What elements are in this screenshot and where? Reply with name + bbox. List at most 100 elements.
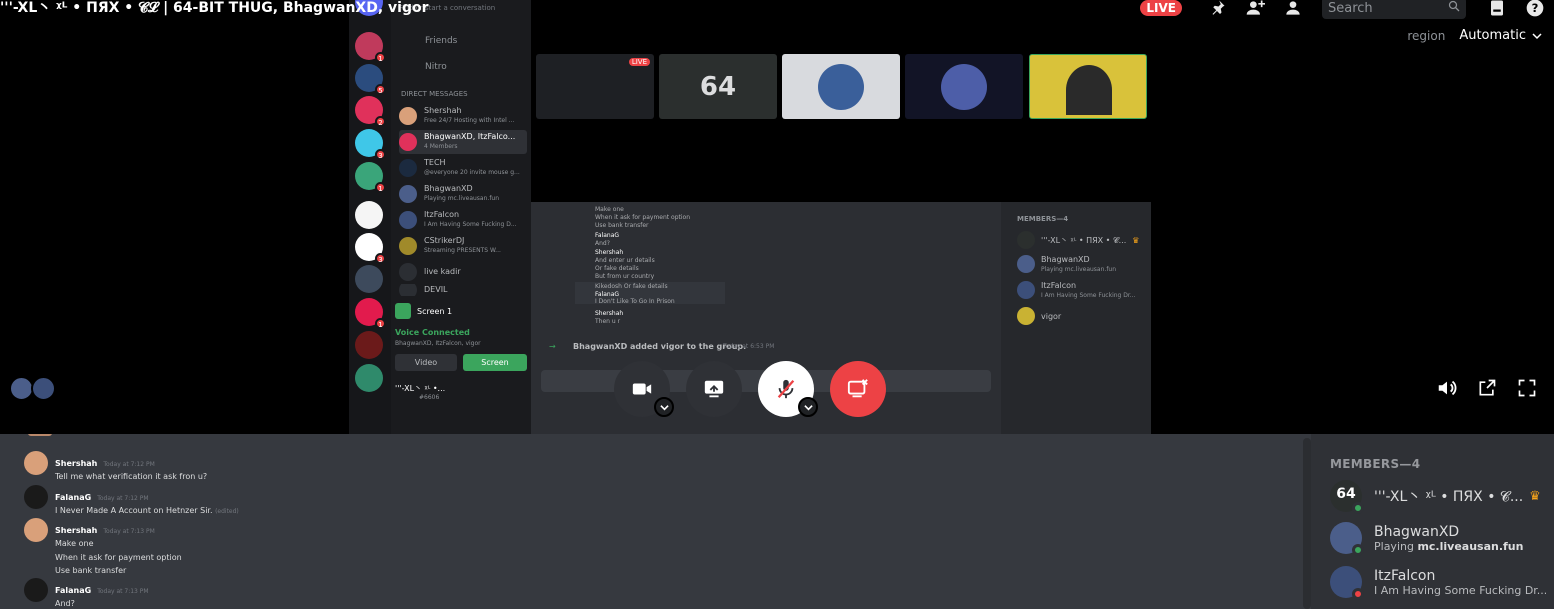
stream-tile-falcon <box>905 54 1023 119</box>
stream-user-tag: #6606 <box>419 394 440 401</box>
member-activity: Playing mc.liveausan.fun <box>1374 539 1524 553</box>
stream-dm-list: Find or start a conversation Friends Nit… <box>391 0 531 434</box>
participant-avatar[interactable] <box>31 376 56 401</box>
stream-guild-icon <box>355 331 383 359</box>
popout-button[interactable] <box>1476 377 1498 399</box>
stream-tile-64: 64 <box>659 54 777 119</box>
message[interactable]: Shershah Today at 7:12 PM Tell me what ve… <box>24 451 207 484</box>
camera-icon <box>632 383 652 395</box>
avatar[interactable] <box>24 518 48 542</box>
message-author[interactable]: Shershah <box>55 459 97 468</box>
stream-dm-item: BhagwanXD Playing mc.liveausan.fun <box>399 182 527 206</box>
volume-icon <box>1438 380 1457 396</box>
camera-options-button[interactable] <box>654 397 674 417</box>
stream-guild-list: 1 5 2 3 1 3 1 <box>349 0 391 434</box>
region-label: region <box>1407 28 1446 43</box>
chat-messages[interactable]: Shershah Today at 7:12 PM Tell me what ve… <box>0 434 1311 609</box>
stream-tile-screen: LIVE <box>536 54 654 119</box>
member-list-icon[interactable] <box>1282 0 1304 19</box>
message-author[interactable]: FalanaG <box>55 586 91 595</box>
stream-dm-item: CStrikerDJ Streaming PRESENTS W... <box>399 234 527 258</box>
stream-user-name: '''-XL丶 ᵡᴸ •... <box>395 384 446 393</box>
member-name: BhagwanXD <box>1374 523 1460 540</box>
member-name: ItzFalcon <box>1374 567 1436 584</box>
avatar <box>1330 566 1364 600</box>
message[interactable]: FalanaG Today at 7:13 PM And? <box>24 578 149 609</box>
stream-dm-item: ItzFalcon I Am Having Some Fucking D... <box>399 208 527 232</box>
chevron-down-icon <box>659 404 669 410</box>
message-text: When it ask for payment option <box>55 552 182 562</box>
camera-button[interactable] <box>614 361 674 417</box>
search-input[interactable]: Search <box>1322 0 1466 19</box>
inbox-icon[interactable] <box>1486 0 1508 19</box>
member-name: '''-XL丶 ᵡᴸ • ПЯХ • 𝓒... <box>1374 489 1524 505</box>
message-author[interactable]: Shershah <box>55 526 97 535</box>
stream-dm-header: DIRECT MESSAGES <box>401 90 468 98</box>
member-list: MEMBERS—4 64 '''-XL丶 ᵡᴸ • ПЯХ • 𝓒... ♛ B… <box>1311 434 1554 609</box>
message-text: I Never Made A Account on Hetnzer Sir. (… <box>55 506 239 515</box>
stream-call-stage: LIVE 64 <box>531 0 1151 202</box>
stream-dm-item: TECH @everyone 20 invite mouse g... <box>399 156 527 180</box>
mute-button[interactable] <box>758 361 818 417</box>
stream-guild-icon <box>355 201 383 229</box>
screen-share-button[interactable] <box>686 361 742 417</box>
stream-dm-item: DEVIL <box>399 284 527 296</box>
chevron-down-icon <box>803 404 813 410</box>
message-text: Tell me what verification it ask fron u? <box>55 472 208 481</box>
avatar[interactable] <box>24 578 48 602</box>
avatar[interactable] <box>24 451 48 475</box>
call-controls <box>614 361 886 417</box>
fullscreen-button[interactable] <box>1516 377 1538 399</box>
stream-dm-item: BhagwanXD, ItzFalco... 4 Members <box>399 130 527 154</box>
stream-screen-indicator: Screen 1 <box>395 301 527 321</box>
stream-nitro-label: Nitro <box>425 62 447 72</box>
stream-dm-item: Shershah Free 24/7 Hosting with Intel ... <box>399 104 527 128</box>
avatar[interactable] <box>24 485 48 509</box>
crown-icon: ♛ <box>1529 488 1541 504</box>
online-status-icon <box>1352 544 1364 556</box>
member-list-header: MEMBERS—4 <box>1330 457 1421 471</box>
add-friend-icon[interactable] <box>1244 0 1266 19</box>
stream-dm-item: live kadir <box>399 260 527 284</box>
member-item[interactable]: BhagwanXD Playing mc.liveausan.fun <box>1330 520 1546 556</box>
message-time: Today at 7:13 PM <box>97 588 149 595</box>
volume-button[interactable] <box>1436 377 1458 399</box>
message[interactable]: Shershah Today at 7:13 PM Make one When i… <box>24 518 182 578</box>
popout-icon <box>1479 379 1496 396</box>
stream-members: MEMBERS—4 '''-XL丶 ᵡᴸ • ПЯХ • 𝓒... ♛ Bhagw… <box>1001 202 1151 434</box>
pin-icon[interactable] <box>1206 0 1228 19</box>
muted-microphone-icon <box>777 379 795 399</box>
message-author[interactable]: FalanaG <box>55 493 91 502</box>
stop-screen-share-icon <box>847 379 868 398</box>
stream-added-msg: BhagwanXD added vigor to the group. <box>573 342 747 351</box>
stop-stream-button[interactable] <box>830 361 886 417</box>
call-toolbar: LIVE Search ? <box>1140 0 1554 20</box>
svg-text:?: ? <box>1532 1 1539 15</box>
stream-guild-icon: 1 <box>355 32 386 63</box>
stream-video-button: Video <box>395 354 457 371</box>
online-status-icon <box>1352 502 1364 514</box>
message[interactable]: FalanaG Today at 7:12 PM I Never Made A A… <box>24 485 239 519</box>
chat-scrollbar[interactable] <box>1303 438 1311 609</box>
message-text: And? <box>55 599 75 608</box>
stream-tile-vigor <box>1029 54 1147 119</box>
member-item[interactable]: ItzFalcon I Am Having Some Fucking Dr... <box>1330 564 1546 600</box>
mute-options-button[interactable] <box>798 397 818 417</box>
stream-view-controls <box>1436 377 1538 399</box>
stream-guild-icon: 1 <box>355 298 386 329</box>
help-icon[interactable]: ? <box>1524 0 1546 19</box>
stream-guild-icon: 5 <box>355 64 386 95</box>
region-value: Automatic <box>1459 28 1542 43</box>
screen-share-icon <box>704 380 724 398</box>
previous-message-avatar <box>28 434 52 436</box>
call-stage: 1 5 2 3 1 3 1 Find or start a conversati… <box>0 0 1554 434</box>
call-participants[interactable] <box>9 376 56 401</box>
stream-tile-bhagwan <box>782 54 900 119</box>
stream-guild-icon: 3 <box>355 129 386 160</box>
stream-voice-connected: Voice Connected <box>395 328 470 337</box>
call-title: '''-XL丶 ᵡᴸ • ПЯХ • 𝓒𝓛 | 64-BIT THUG, Bha… <box>0 0 429 16</box>
region-selector[interactable]: region Automatic <box>1407 28 1542 43</box>
member-item[interactable]: 64 '''-XL丶 ᵡᴸ • ПЯХ • 𝓒... ♛ <box>1330 478 1546 514</box>
message-text: Make one <box>55 539 94 548</box>
message-text: Use bank transfer <box>55 566 127 575</box>
